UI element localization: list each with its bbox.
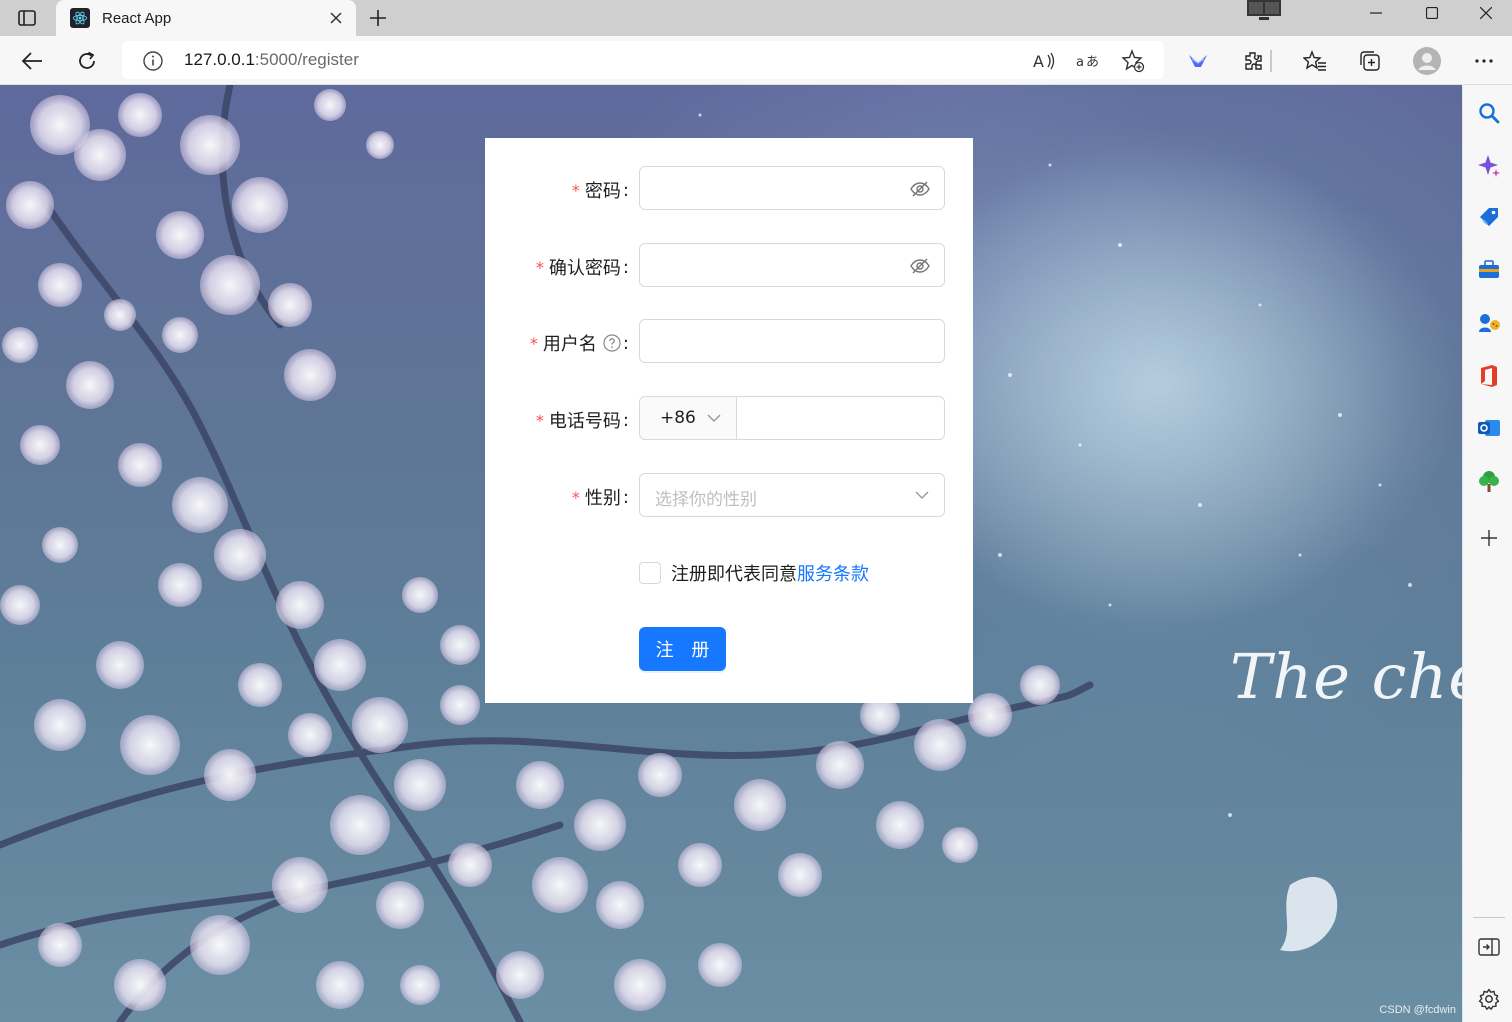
tools-icon[interactable] bbox=[1476, 257, 1502, 283]
username-input[interactable] bbox=[640, 320, 944, 362]
password-field[interactable] bbox=[639, 166, 945, 210]
browser-tab[interactable]: React App bbox=[56, 0, 356, 36]
games-icon[interactable] bbox=[1476, 310, 1502, 336]
profile-avatar-icon[interactable] bbox=[1411, 45, 1443, 77]
tree-icon[interactable] bbox=[1476, 468, 1502, 494]
settings-icon[interactable] bbox=[1476, 986, 1502, 1012]
terms-link[interactable]: 服务条款 bbox=[797, 560, 869, 586]
required-mark: * bbox=[571, 487, 580, 507]
required-mark: * bbox=[535, 257, 544, 277]
password-label: * 密码: bbox=[571, 179, 629, 203]
required-mark: * bbox=[535, 410, 544, 430]
country-code-value: +86 bbox=[660, 408, 696, 428]
svg-text:あ: あ bbox=[1086, 55, 1099, 70]
minimize-icon[interactable] bbox=[1348, 0, 1404, 26]
office-icon[interactable] bbox=[1476, 363, 1502, 389]
confirm-password-label: * 确认密码: bbox=[535, 256, 629, 280]
agreement-row: 注册即代表同意 服务条款 bbox=[639, 561, 869, 585]
phone-row: * 电话号码: +86 bbox=[485, 396, 973, 440]
gender-placeholder: 选择你的性别 bbox=[655, 490, 757, 510]
tab-title: React App bbox=[102, 9, 172, 27]
question-circle-icon[interactable] bbox=[603, 334, 621, 352]
svg-text:A: A bbox=[1033, 52, 1044, 71]
username-field[interactable] bbox=[639, 319, 945, 363]
required-mark: * bbox=[571, 180, 580, 200]
new-tab-icon[interactable] bbox=[365, 5, 391, 31]
gender-select[interactable]: 选择你的性别 bbox=[639, 473, 945, 517]
chevron-down-icon bbox=[914, 487, 930, 503]
outlook-icon[interactable] bbox=[1476, 415, 1502, 441]
chevron-down-icon bbox=[706, 410, 722, 426]
confirm-password-row: * 确认密码: bbox=[485, 243, 973, 287]
username-row: * 用户名: bbox=[485, 319, 973, 363]
password-row: * 密码: bbox=[485, 166, 973, 210]
tab-actions-icon[interactable] bbox=[12, 6, 42, 30]
toolbar-divider bbox=[1270, 50, 1272, 72]
svg-text:a: a bbox=[1076, 55, 1084, 70]
confirm-password-field[interactable] bbox=[639, 243, 945, 287]
collections-icon[interactable] bbox=[1354, 45, 1386, 77]
gender-label: * 性别: bbox=[571, 486, 629, 510]
background-caption: The cherry bbox=[1230, 640, 1462, 713]
eye-invisible-icon[interactable] bbox=[910, 179, 930, 199]
edge-sidebar bbox=[1462, 85, 1512, 1022]
phone-input-wrap bbox=[737, 397, 944, 439]
copilot-icon[interactable] bbox=[1476, 153, 1502, 179]
extension-bird-icon[interactable] bbox=[1182, 45, 1214, 77]
read-aloud-icon[interactable]: A bbox=[1032, 49, 1058, 73]
register-form: * 密码: * 确认密码: * 用户名: * 电话号码: +86 * 性别:… bbox=[485, 138, 973, 703]
phone-field: +86 bbox=[639, 396, 945, 440]
watermark: CSDN @fcdwin bbox=[1379, 1004, 1456, 1016]
tab-close-icon[interactable] bbox=[326, 8, 346, 28]
phone-input[interactable] bbox=[737, 397, 944, 439]
eye-invisible-icon[interactable] bbox=[910, 256, 930, 276]
search-icon[interactable] bbox=[1476, 100, 1502, 126]
required-mark: * bbox=[529, 333, 538, 353]
maximize-icon[interactable] bbox=[1404, 0, 1460, 26]
more-menu-icon[interactable] bbox=[1468, 45, 1500, 77]
favorites-icon[interactable] bbox=[1299, 45, 1331, 77]
sidebar-divider bbox=[1473, 917, 1505, 918]
address-bar[interactable]: 127.0.0.1:5000/register A aあ bbox=[122, 41, 1164, 79]
register-button[interactable]: 注 册 bbox=[639, 627, 726, 671]
extensions-icon[interactable] bbox=[1237, 45, 1269, 77]
page-viewport: The cherry CSDN @fcdwin *密码: *确认密码: *用户名… bbox=[0, 85, 1462, 1022]
browser-toolbar: 127.0.0.1:5000/register A aあ bbox=[0, 36, 1512, 85]
add-favorite-icon[interactable] bbox=[1120, 49, 1146, 73]
agreement-checkbox[interactable] bbox=[639, 562, 661, 584]
tab-strip: React App bbox=[0, 0, 1512, 36]
react-logo-icon bbox=[70, 8, 90, 28]
back-icon[interactable] bbox=[16, 45, 48, 77]
site-info-icon[interactable] bbox=[142, 50, 164, 72]
confirm-password-input[interactable] bbox=[640, 244, 944, 286]
add-icon[interactable] bbox=[1476, 525, 1502, 551]
url-text[interactable]: 127.0.0.1:5000/register bbox=[184, 50, 359, 70]
username-label: * 用户名: bbox=[529, 332, 629, 356]
workspace-icon[interactable] bbox=[1245, 0, 1283, 22]
close-window-icon[interactable] bbox=[1458, 0, 1512, 26]
translate-icon[interactable]: aあ bbox=[1076, 49, 1102, 73]
refresh-icon[interactable] bbox=[71, 45, 103, 77]
agreement-text: 注册即代表同意 bbox=[671, 564, 797, 585]
phone-label: * 电话号码: bbox=[535, 409, 629, 433]
split-screen-icon[interactable] bbox=[1476, 934, 1502, 960]
gender-row: * 性别: 选择你的性别 bbox=[485, 473, 973, 517]
country-code-select[interactable]: +86 bbox=[640, 397, 737, 439]
password-input[interactable] bbox=[640, 167, 944, 209]
shopping-tag-icon[interactable] bbox=[1476, 205, 1502, 231]
